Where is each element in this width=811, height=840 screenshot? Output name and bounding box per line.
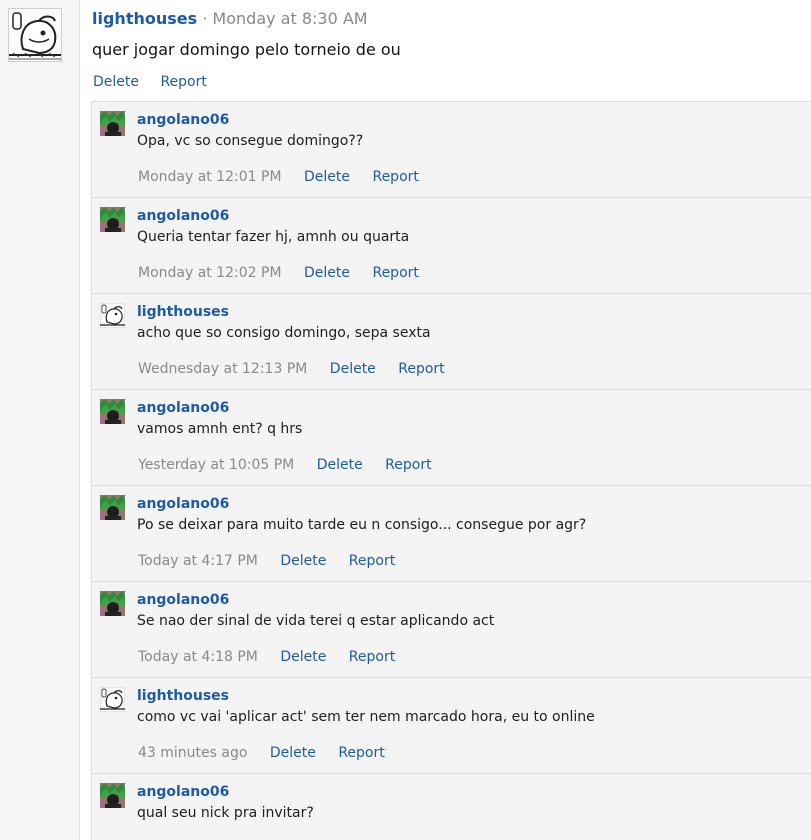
- comment-item: angolano06 Queria tentar fazer hj, amnh …: [92, 197, 811, 293]
- comment-report-link[interactable]: Report: [385, 457, 431, 473]
- comment-text: como vc vai 'aplicar act' sem ter nem ma…: [137, 709, 595, 725]
- comment-meta: Wednesday at 12:13 PM Delete Report: [138, 361, 463, 377]
- green-avatar-icon: [100, 495, 125, 520]
- comment-avatar[interactable]: [100, 783, 125, 808]
- comment-report-link[interactable]: Report: [338, 745, 384, 761]
- comment-report-link[interactable]: Report: [372, 265, 418, 281]
- comment-delete-link[interactable]: Delete: [270, 745, 316, 761]
- comment-item: angolano06 qual seu nick pra invitar?: [92, 773, 811, 840]
- green-avatar-icon: [100, 591, 125, 616]
- manga-avatar-icon: [9, 9, 61, 61]
- comment-timestamp[interactable]: Wednesday at 12:13 PM: [138, 361, 307, 377]
- comment-avatar[interactable]: [100, 399, 125, 424]
- comment-meta: Yesterday at 10:05 PM Delete Report: [138, 457, 450, 473]
- comment-avatar[interactable]: [100, 207, 125, 232]
- comment-text: Se nao der sinal de vida terei q estar a…: [137, 613, 495, 629]
- comment-avatar[interactable]: [100, 111, 125, 136]
- comment-author[interactable]: lighthouses: [137, 688, 229, 704]
- comment-timestamp[interactable]: Today at 4:18 PM: [138, 649, 258, 665]
- post-author-link[interactable]: lighthouses: [92, 9, 197, 28]
- manga-avatar-icon: [100, 303, 125, 328]
- post-timestamp[interactable]: Monday at 8:30 AM: [212, 9, 367, 28]
- comment-report-link[interactable]: Report: [349, 649, 395, 665]
- comment-author[interactable]: angolano06: [137, 784, 229, 800]
- post-actions: Delete Report: [93, 74, 224, 90]
- comment-author[interactable]: angolano06: [137, 496, 229, 512]
- comment-author[interactable]: angolano06: [137, 112, 229, 128]
- comment-item: lighthouses acho que so consigo domingo,…: [92, 293, 811, 389]
- post-delete-link[interactable]: Delete: [93, 74, 139, 90]
- comment-author[interactable]: angolano06: [137, 592, 229, 608]
- green-avatar-icon: [100, 399, 125, 424]
- comment-report-link[interactable]: Report: [372, 169, 418, 185]
- comment-timestamp[interactable]: Monday at 12:01 PM: [138, 169, 282, 185]
- green-avatar-icon: [100, 207, 125, 232]
- comment-meta: Monday at 12:02 PM Delete Report: [138, 265, 437, 281]
- comment-item: angolano06 Po se deixar para muito tarde…: [92, 485, 811, 581]
- comment-report-link[interactable]: Report: [349, 553, 395, 569]
- post-report-link[interactable]: Report: [160, 74, 206, 90]
- comment-author[interactable]: lighthouses: [137, 304, 229, 320]
- comment-list: angolano06 Opa, vc so consegue domingo??…: [91, 101, 811, 840]
- comment-item: lighthouses como vc vai 'aplicar act' se…: [92, 677, 811, 773]
- comment-delete-link[interactable]: Delete: [317, 457, 363, 473]
- comment-item: angolano06 Opa, vc so consegue domingo??…: [92, 101, 811, 197]
- comment-delete-link[interactable]: Delete: [330, 361, 376, 377]
- comment-timestamp[interactable]: 43 minutes ago: [138, 745, 247, 761]
- post-message: quer jogar domingo pelo torneio de ou: [92, 40, 401, 59]
- comment-timestamp[interactable]: Monday at 12:02 PM: [138, 265, 282, 281]
- comment-meta: Today at 4:18 PM Delete Report: [138, 649, 413, 665]
- comment-delete-link[interactable]: Delete: [280, 553, 326, 569]
- comment-timestamp[interactable]: Yesterday at 10:05 PM: [138, 457, 294, 473]
- comment-avatar[interactable]: [100, 591, 125, 616]
- comment-text: Po se deixar para muito tarde eu n consi…: [137, 517, 587, 533]
- comment-text: acho que so consigo domingo, sepa sexta: [137, 325, 431, 341]
- comment-author[interactable]: angolano06: [137, 400, 229, 416]
- post-author-avatar[interactable]: [8, 8, 62, 62]
- comment-author[interactable]: angolano06: [137, 208, 229, 224]
- comment-text: qual seu nick pra invitar?: [137, 805, 314, 821]
- comment-delete-link[interactable]: Delete: [304, 169, 350, 185]
- comment-report-link[interactable]: Report: [398, 361, 444, 377]
- comment-meta: Today at 4:17 PM Delete Report: [138, 553, 413, 569]
- green-avatar-icon: [100, 111, 125, 136]
- comment-avatar[interactable]: [100, 303, 125, 328]
- left-rail: [0, 0, 80, 840]
- post-separator: ·: [202, 9, 208, 28]
- comment-item: angolano06 Se nao der sinal de vida tere…: [92, 581, 811, 677]
- comment-item: angolano06 vamos amnh ent? q hrs Yesterd…: [92, 389, 811, 485]
- comment-meta: Monday at 12:01 PM Delete Report: [138, 169, 437, 185]
- comment-meta: 43 minutes ago Delete Report: [138, 745, 403, 761]
- post-header: lighthouses · Monday at 8:30 AM: [92, 9, 368, 31]
- manga-avatar-icon: [100, 687, 125, 712]
- comment-avatar[interactable]: [100, 495, 125, 520]
- comment-text: Opa, vc so consegue domingo??: [137, 133, 364, 149]
- comment-timestamp[interactable]: Today at 4:17 PM: [138, 553, 258, 569]
- comment-text: vamos amnh ent? q hrs: [137, 421, 303, 437]
- comment-text: Queria tentar fazer hj, amnh ou quarta: [137, 229, 410, 245]
- green-avatar-icon: [100, 783, 125, 808]
- comment-avatar[interactable]: [100, 687, 125, 712]
- comment-delete-link[interactable]: Delete: [280, 649, 326, 665]
- comment-delete-link[interactable]: Delete: [304, 265, 350, 281]
